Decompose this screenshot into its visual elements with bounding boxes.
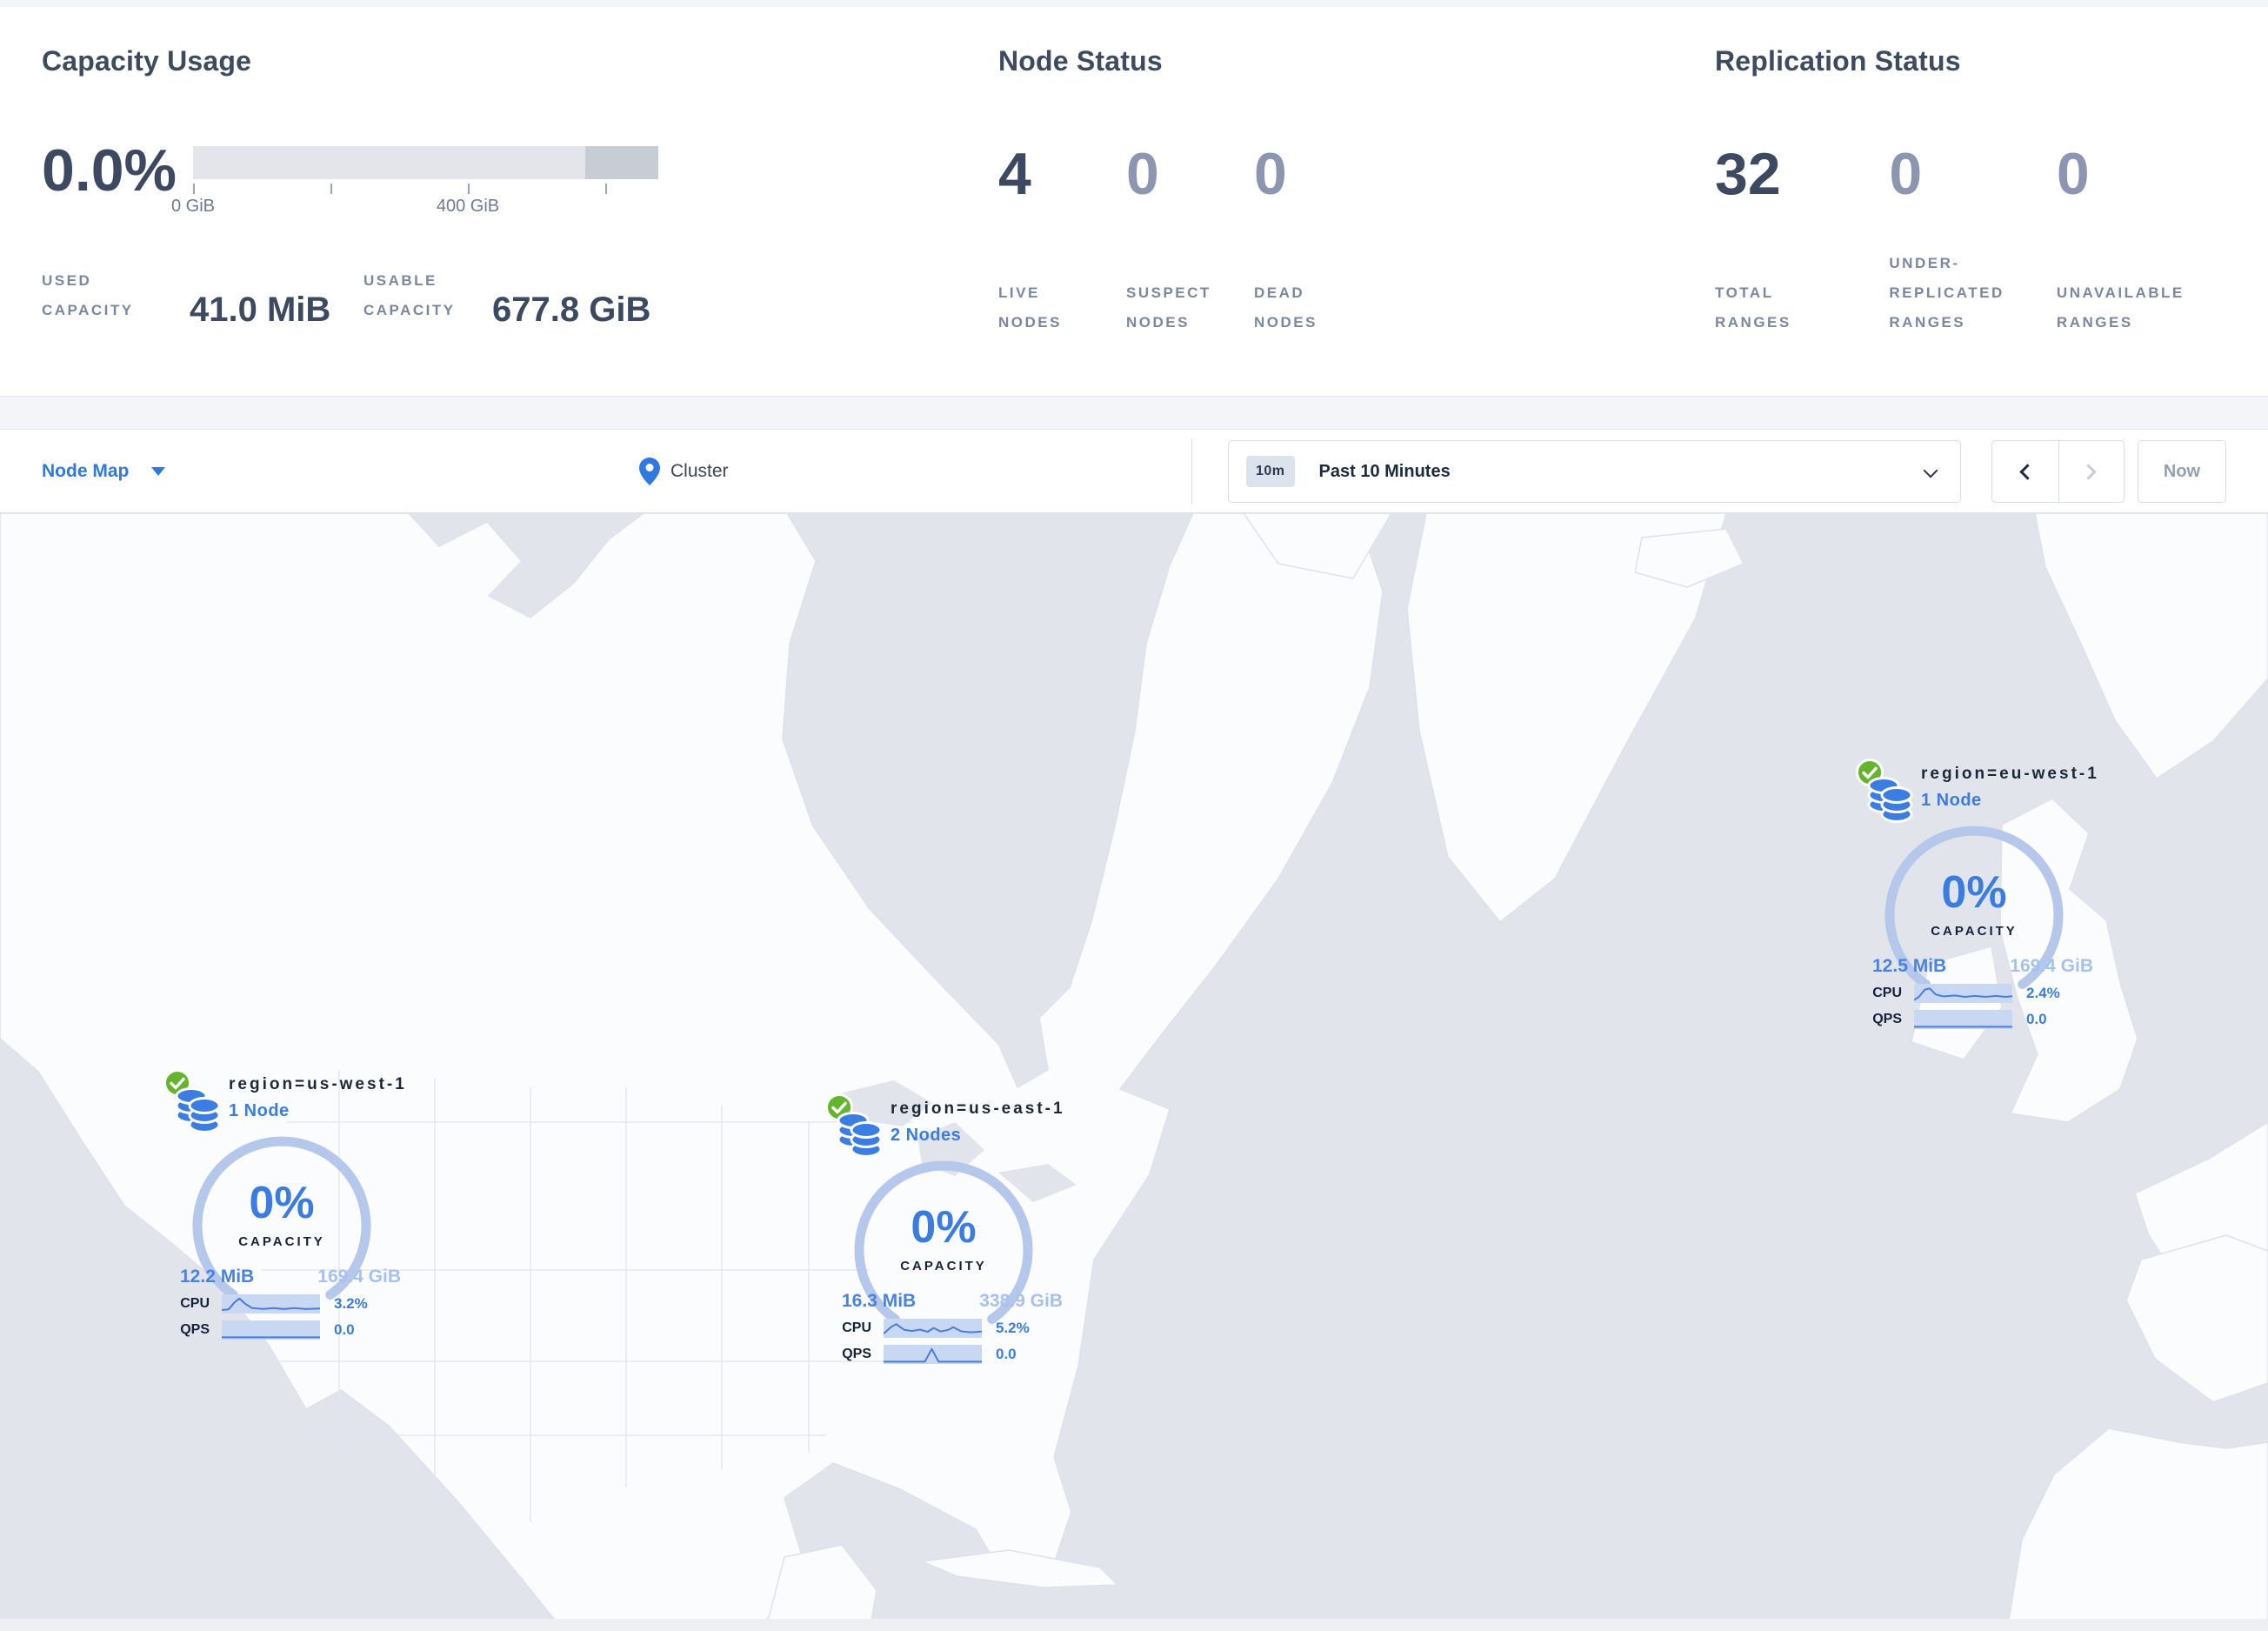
cpu-label: CPU xyxy=(180,1296,210,1311)
region-capacity-label: CAPACITY xyxy=(900,1259,987,1273)
caret-down-icon xyxy=(151,466,166,476)
region-used-capacity: 12.2 MiB xyxy=(180,1267,255,1287)
region-capacity-label: CAPACITY xyxy=(1931,924,2018,939)
time-step-forward-button[interactable] xyxy=(2058,441,2125,502)
now-button[interactable]: Now xyxy=(2138,440,2226,503)
capacity-axis xyxy=(193,179,658,195)
qps-label: QPS xyxy=(180,1322,210,1337)
database-stack-icon xyxy=(837,1112,883,1158)
capacity-bar-reserved xyxy=(585,146,658,179)
region-marker-us-east-1[interactable]: region=us-east-1 2 Nodes 0% CAPACITY 16.… xyxy=(824,1093,1085,1380)
database-stack-icon xyxy=(1867,777,1913,823)
toolbar-divider xyxy=(1191,438,1192,504)
chevron-right-icon xyxy=(2080,463,2097,480)
replication-status-section: Replication Status 32 0 0 TOTAL RANGES U… xyxy=(1715,45,2254,338)
total-ranges-count: 32 xyxy=(1715,141,1781,207)
qps-value: 0.0 xyxy=(996,1346,1017,1362)
capacity-percent: 0.0% xyxy=(42,137,177,204)
cpu-sparkline xyxy=(884,1319,982,1338)
region-node-count[interactable]: 1 Node xyxy=(229,1101,290,1121)
qps-label: QPS xyxy=(842,1347,871,1361)
cpu-value: 3.2% xyxy=(334,1295,368,1312)
time-range-value: Past 10 Minutes xyxy=(1318,461,1451,481)
chevron-left-icon xyxy=(2019,463,2036,480)
qps-sparkline xyxy=(884,1345,982,1364)
usable-capacity-value: 677.8 GiB xyxy=(492,291,651,329)
capacity-bar: 0 GiB 400 GiB xyxy=(171,146,658,217)
live-nodes-label: LIVE NODES xyxy=(998,284,1062,331)
cpu-label: CPU xyxy=(842,1320,871,1335)
suspect-nodes-label: SUSPECT NODES xyxy=(1126,284,1211,331)
cpu-value: 5.2% xyxy=(996,1320,1030,1336)
time-range-badge: 10m xyxy=(1246,456,1295,487)
region-name: region=us-west-1 xyxy=(229,1075,407,1093)
cpu-sparkline xyxy=(222,1294,320,1313)
qps-label: QPS xyxy=(1872,1012,1902,1026)
node-status-section: Node Status 4 0 0 LIVE NODES SUSPECT NOD… xyxy=(998,45,1607,338)
usable-capacity-label: USABLE CAPACITY xyxy=(364,272,456,318)
qps-value: 0.0 xyxy=(2026,1011,2047,1027)
region-node-count[interactable]: 1 Node xyxy=(1921,791,1982,811)
region-name: region=eu-west-1 xyxy=(1921,765,2099,783)
region-marker-us-west-1[interactable]: region=us-west-1 1 Node 0% CAPACITY 12.2… xyxy=(163,1068,424,1355)
region-name: region=us-east-1 xyxy=(891,1100,1065,1118)
unavailable-count: 0 xyxy=(2056,141,2090,207)
now-button-label: Now xyxy=(2163,461,2201,481)
breadcrumb[interactable]: Cluster xyxy=(639,430,729,512)
breadcrumb-cluster: Cluster xyxy=(670,460,729,481)
dead-nodes-label: DEAD NODES xyxy=(1254,284,1317,331)
cluster-overview-panel: Capacity Usage 0.0% 0 GiB 400 GiB USED C… xyxy=(0,7,2268,397)
node-map: region=us-west-1 1 Node 0% CAPACITY 12.2… xyxy=(0,513,2268,1631)
used-capacity-value: 41.0 MiB xyxy=(190,291,331,329)
unavailable-label: UNAVAILABLE RANGES xyxy=(2056,284,2185,331)
cpu-value: 2.4% xyxy=(2026,985,2060,1001)
used-capacity-label: USED CAPACITY xyxy=(42,272,134,318)
region-capacity-label: CAPACITY xyxy=(238,1234,325,1249)
region-capacity-percent: 0% xyxy=(911,1202,977,1253)
view-selector-dropdown[interactable]: Node Map xyxy=(42,430,166,512)
capacity-usage-section: Capacity Usage 0.0% 0 GiB 400 GiB USED C… xyxy=(42,45,946,327)
cpu-label: CPU xyxy=(1872,986,1902,1000)
region-usable-capacity: 169.4 GiB xyxy=(2010,956,2093,976)
region-capacity-percent: 0% xyxy=(249,1178,315,1228)
time-step-controls xyxy=(1991,440,2125,503)
live-nodes-count: 4 xyxy=(998,141,1031,207)
map-toolbar: Node Map Cluster 10m Past 10 Minutes Now xyxy=(0,429,2268,513)
region-marker-eu-west-1[interactable]: region=eu-west-1 1 Node 0% CAPACITY 12.5… xyxy=(1855,758,2116,1045)
qps-sparkline xyxy=(222,1320,320,1340)
cpu-sparkline xyxy=(1914,984,2012,1003)
map-pin-icon xyxy=(639,457,660,485)
database-stack-icon xyxy=(175,1087,221,1133)
under-replicated-label: UNDER-REPLICATED RANGES xyxy=(1889,255,2005,331)
capacity-bar-track xyxy=(193,146,658,179)
axis-label-400gib: 400 GiB xyxy=(436,197,500,216)
region-node-count[interactable]: 2 Nodes xyxy=(891,1126,961,1146)
replication-status-title: Replication Status xyxy=(1715,45,1961,77)
region-usable-capacity: 169.4 GiB xyxy=(317,1267,401,1287)
axis-label-0gib: 0 GiB xyxy=(170,197,216,216)
under-replicated-count: 0 xyxy=(1889,141,1923,207)
dead-nodes-count: 0 xyxy=(1254,141,1287,207)
region-used-capacity: 16.3 MiB xyxy=(842,1291,917,1311)
view-selector-label: Node Map xyxy=(42,460,130,481)
total-ranges-label: TOTAL RANGES xyxy=(1715,284,1791,331)
chevron-down-icon xyxy=(1923,463,1938,478)
time-step-back-button[interactable] xyxy=(1992,441,2058,502)
qps-sparkline xyxy=(1914,1010,2012,1029)
suspect-nodes-count: 0 xyxy=(1126,141,1159,207)
qps-value: 0.0 xyxy=(334,1321,355,1338)
time-range-select[interactable]: 10m Past 10 Minutes xyxy=(1228,440,1961,503)
region-usable-capacity: 338.9 GiB xyxy=(979,1291,1063,1311)
capacity-usage-title: Capacity Usage xyxy=(42,45,252,77)
region-used-capacity: 12.5 MiB xyxy=(1872,956,1947,976)
node-status-title: Node Status xyxy=(998,45,1163,77)
map-footer-strip xyxy=(0,1619,2268,1631)
region-capacity-percent: 0% xyxy=(1941,867,2007,918)
